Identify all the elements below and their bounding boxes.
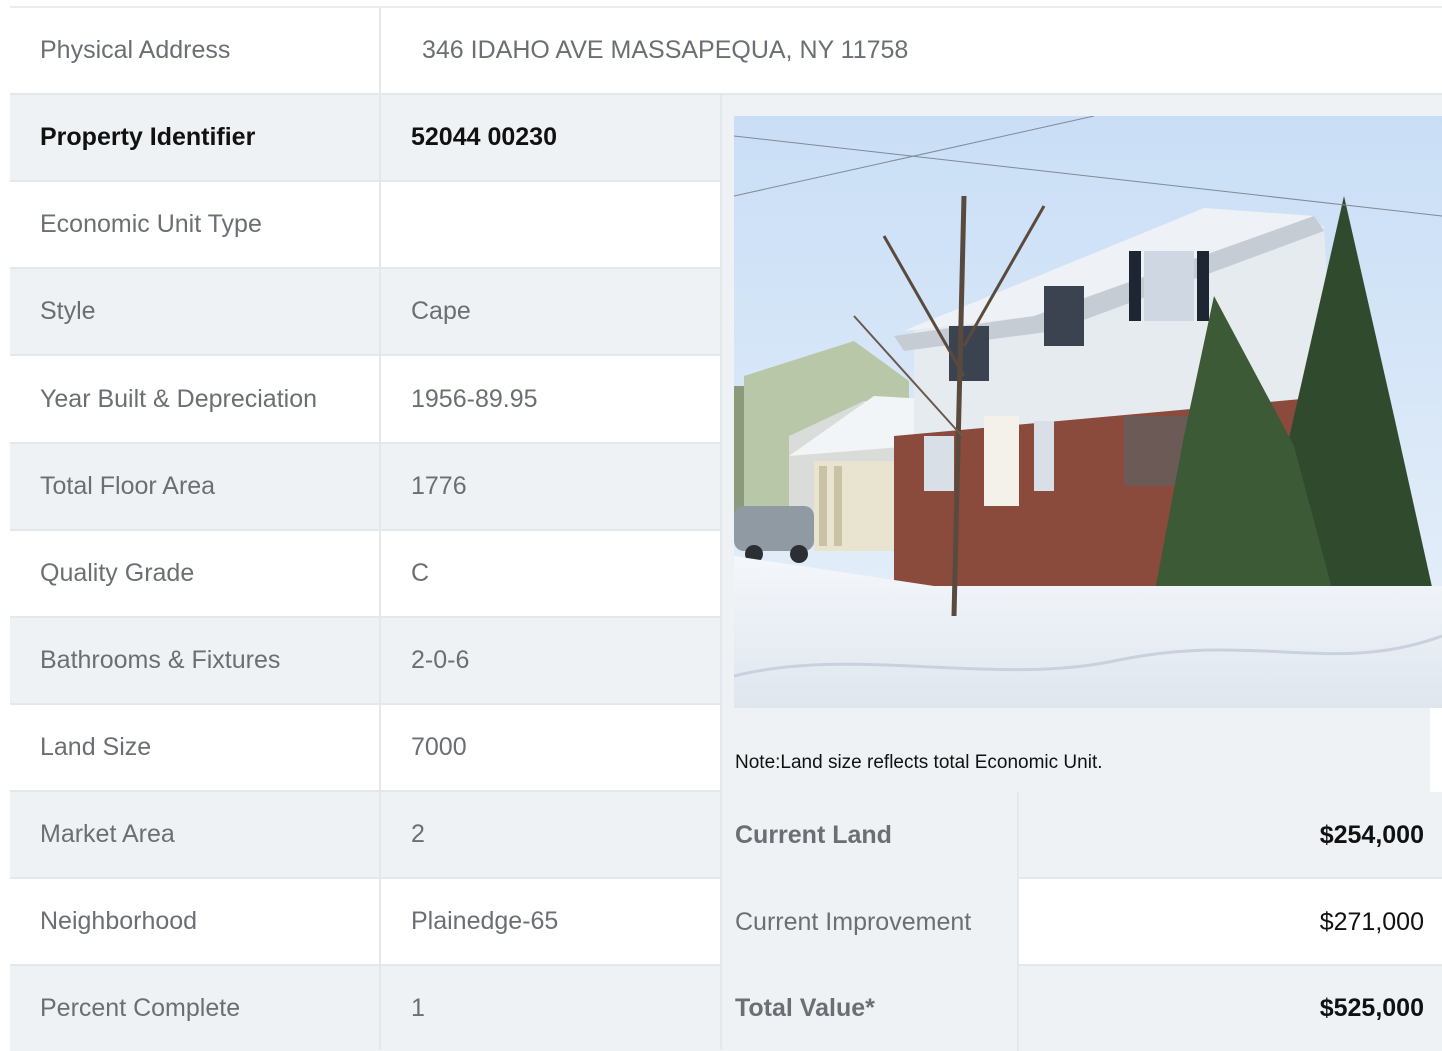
row-divider <box>1017 964 1442 966</box>
detail-label-property-identifier: Property Identifier <box>10 95 381 182</box>
detail-label-market-area: Market Area <box>10 792 381 879</box>
value-total-value: $525,000 <box>1017 966 1442 1051</box>
detail-label-bathrooms: Bathrooms & Fixtures <box>10 618 381 705</box>
value-label-current-improvement: Current Improvement <box>722 879 1018 966</box>
detail-value-bathrooms: 2-0-6 <box>381 618 722 705</box>
house-photo-icon <box>734 116 1442 708</box>
value-label-total-value: Total Value* <box>722 966 1018 1051</box>
detail-label-style: Style <box>10 269 381 356</box>
detail-value-property-identifier: 52044 00230 <box>381 95 722 182</box>
detail-label-land-size: Land Size <box>10 705 381 792</box>
value-current-land: $254,000 <box>1017 792 1442 879</box>
detail-label-total-floor-area: Total Floor Area <box>10 444 381 531</box>
property-record-table: Physical Address 346 IDAHO AVE MASSAPEQU… <box>10 6 1442 1051</box>
detail-label-year-built: Year Built & Depreciation <box>10 356 381 444</box>
address-value: 346 IDAHO AVE MASSAPEQUA, NY 11758 <box>422 36 909 64</box>
value-current-improvement: $271,000 <box>1017 879 1442 966</box>
detail-value-quality-grade: C <box>381 531 722 618</box>
detail-label-economic-unit-type: Economic Unit Type <box>10 182 381 269</box>
detail-label-percent-complete: Percent Complete <box>10 966 381 1051</box>
address-value-cell: 346 IDAHO AVE MASSAPEQUA, NY 11758 <box>381 8 1442 95</box>
address-label-cell: Physical Address <box>10 8 381 95</box>
value-label-current-land: Current Land <box>722 792 1018 879</box>
detail-value-year-built: 1956-89.95 <box>381 356 722 444</box>
land-size-note: Note:Land size reflects total Economic U… <box>722 708 1430 792</box>
detail-value-total-floor-area: 1776 <box>381 444 722 531</box>
detail-value-economic-unit-type <box>381 182 722 269</box>
detail-value-market-area: 2 <box>381 792 722 879</box>
detail-value-percent-complete: 1 <box>381 966 722 1051</box>
address-label: Physical Address <box>40 36 231 64</box>
column-divider <box>379 8 381 1049</box>
row-divider <box>1017 877 1442 879</box>
detail-value-land-size: 7000 <box>381 705 722 792</box>
detail-value-style: Cape <box>381 269 722 356</box>
property-photo <box>734 116 1442 708</box>
detail-value-neighborhood: Plainedge-65 <box>381 879 722 966</box>
detail-label-quality-grade: Quality Grade <box>10 531 381 618</box>
detail-label-neighborhood: Neighborhood <box>10 879 381 966</box>
